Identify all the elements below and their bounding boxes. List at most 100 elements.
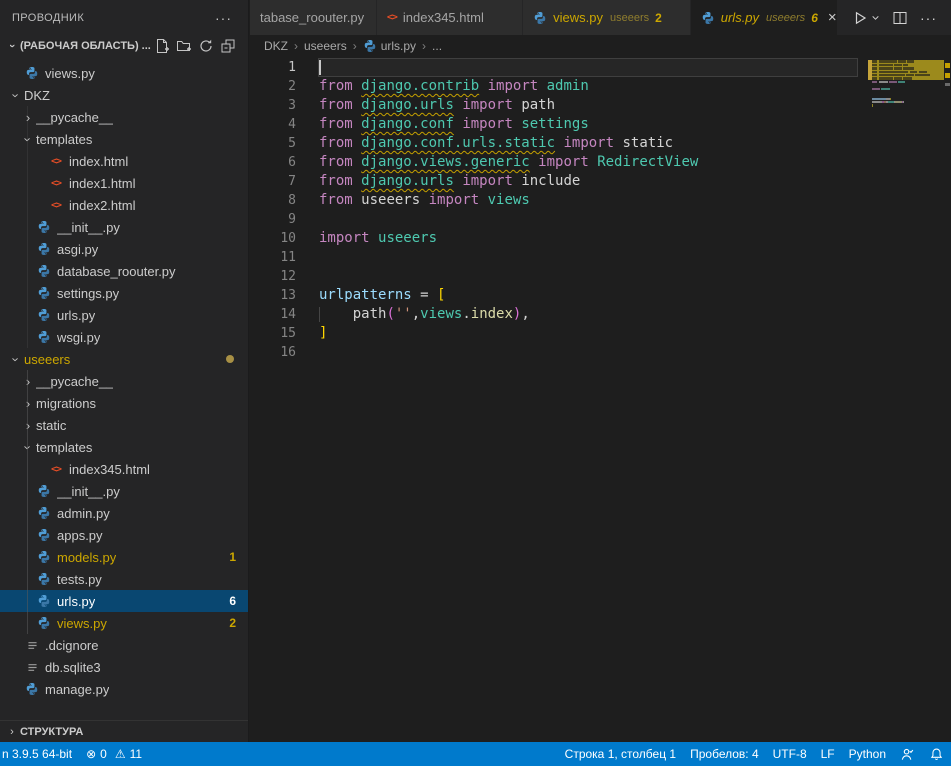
breadcrumb-item[interactable]: urls.py bbox=[363, 39, 416, 53]
code-line-14[interactable]: 14 path('',views.index), bbox=[250, 305, 868, 324]
code-line-6[interactable]: 6from django.views.generic import Redire… bbox=[250, 153, 868, 172]
tab-tabase-roouter-py[interactable]: tabase_roouter.py bbox=[250, 0, 377, 35]
code-line-2[interactable]: 2from django.contrib import admin bbox=[250, 77, 868, 96]
line-number: 7 bbox=[250, 172, 296, 191]
tree-item-index345-html[interactable]: ›<>index345.html bbox=[0, 458, 248, 480]
tab-problem-count: 6 bbox=[811, 11, 818, 25]
new-file-icon[interactable] bbox=[154, 38, 170, 54]
chevron-right-icon: › bbox=[20, 110, 36, 125]
indentation-status[interactable]: Пробелов: 4 bbox=[683, 747, 766, 761]
explorer-more-actions-icon[interactable]: ··· bbox=[211, 10, 236, 26]
tree-item-db-sqlite3[interactable]: ›db.sqlite3 bbox=[0, 656, 248, 678]
tree-item-settings-py[interactable]: ›settings.py bbox=[0, 282, 248, 304]
editor-more-actions-icon[interactable]: ··· bbox=[920, 10, 937, 26]
tree-item-admin-py[interactable]: ›admin.py bbox=[0, 502, 248, 524]
code-line-11[interactable]: 11 bbox=[250, 248, 868, 267]
python-icon bbox=[37, 506, 51, 520]
tree-item-label: index.html bbox=[69, 154, 128, 169]
code-editor[interactable]: 12from django.contrib import admin3from … bbox=[250, 57, 951, 742]
overview-ruler[interactable] bbox=[944, 57, 951, 742]
code-line-1[interactable]: 1 bbox=[250, 58, 868, 77]
language-mode-status[interactable]: Python bbox=[842, 747, 893, 761]
problems-status[interactable]: ⊗ 0 ⚠ 11 bbox=[79, 747, 149, 761]
code-line-8[interactable]: 8from useeers import views bbox=[250, 191, 868, 210]
notifications-bell-icon[interactable] bbox=[922, 747, 951, 762]
tree-item-apps-py[interactable]: ›apps.py bbox=[0, 524, 248, 546]
tree-item--init-py[interactable]: ›__init__.py bbox=[0, 216, 248, 238]
tree-item-index-html[interactable]: ›<>index.html bbox=[0, 150, 248, 172]
code-line-7[interactable]: 7from django.urls import include bbox=[250, 172, 868, 191]
tree-item-static[interactable]: ›static bbox=[0, 414, 248, 436]
warning-icon: ⚠ bbox=[115, 747, 126, 761]
code-line-16[interactable]: 16 bbox=[250, 343, 868, 362]
code-line-5[interactable]: 5from django.conf.urls.static import sta… bbox=[250, 134, 868, 153]
new-folder-icon[interactable] bbox=[176, 38, 192, 54]
line-number: 13 bbox=[250, 286, 296, 305]
line-number: 11 bbox=[250, 248, 296, 267]
tab-label: urls.py bbox=[721, 10, 759, 25]
tree-item-templates[interactable]: ›templates bbox=[0, 436, 248, 458]
code-line-15[interactable]: 15] bbox=[250, 324, 868, 343]
breadcrumb-item[interactable]: ... bbox=[432, 39, 442, 53]
chevron-right-icon: › bbox=[4, 726, 20, 738]
split-editor-button[interactable] bbox=[892, 10, 908, 26]
tree-item--dcignore[interactable]: ›.dcignore bbox=[0, 634, 248, 656]
outline-section-header[interactable]: › СТРУКТУРА bbox=[0, 720, 248, 742]
code-line-12[interactable]: 12 bbox=[250, 267, 868, 286]
tree-item-views-py[interactable]: ›views.py bbox=[0, 62, 248, 84]
tab-views-py[interactable]: views.pyuseeers2 bbox=[523, 0, 691, 35]
tree-item-label: settings.py bbox=[57, 286, 119, 301]
tree-item-templates[interactable]: ›templates bbox=[0, 128, 248, 150]
tree-item-index2-html[interactable]: ›<>index2.html bbox=[0, 194, 248, 216]
refresh-icon[interactable] bbox=[198, 38, 214, 54]
python-icon bbox=[25, 66, 39, 80]
tree-item-migrations[interactable]: ›migrations bbox=[0, 392, 248, 414]
minimap[interactable] bbox=[868, 57, 944, 742]
tree-item-manage-py[interactable]: ›manage.py bbox=[0, 678, 248, 700]
line-number: 16 bbox=[250, 343, 296, 362]
html-icon: <> bbox=[51, 178, 61, 189]
tree-item--init-py[interactable]: ›__init__.py bbox=[0, 480, 248, 502]
code-line-13[interactable]: 13urlpatterns = [ bbox=[250, 286, 868, 305]
tab-problem-count: 2 bbox=[655, 11, 662, 25]
tree-item--pycache-[interactable]: ›__pycache__ bbox=[0, 370, 248, 392]
tree-indent-guide bbox=[27, 370, 28, 634]
workspace-section-header[interactable]: › (РАБОЧАЯ ОБЛАСТЬ) ... bbox=[0, 35, 248, 57]
feedback-icon[interactable] bbox=[893, 747, 922, 762]
tree-item-label: templates bbox=[36, 440, 92, 455]
tree-item-urls-py[interactable]: ›urls.py6 bbox=[0, 590, 248, 612]
tree-item-urls-py[interactable]: ›urls.py bbox=[0, 304, 248, 326]
encoding-status[interactable]: UTF-8 bbox=[766, 747, 814, 761]
tree-item--pycache-[interactable]: ›__pycache__ bbox=[0, 106, 248, 128]
explorer-sidebar: ПРОВОДНИК ··· › (РАБОЧАЯ ОБЛАСТЬ) ... ›v… bbox=[0, 0, 249, 742]
tree-item-models-py[interactable]: ›models.py1 bbox=[0, 546, 248, 568]
tree-item-index1-html[interactable]: ›<>index1.html bbox=[0, 172, 248, 194]
editor-indent-guide bbox=[319, 307, 320, 322]
code-line-10[interactable]: 10import useeers bbox=[250, 229, 868, 248]
python-interpreter-status[interactable]: n 3.9.5 64-bit bbox=[0, 747, 79, 761]
code-line-4[interactable]: 4from django.conf import settings bbox=[250, 115, 868, 134]
tree-item-views-py[interactable]: ›views.py2 bbox=[0, 612, 248, 634]
tab-urls-py[interactable]: urls.pyuseeers6× bbox=[691, 0, 838, 35]
breadcrumb-item[interactable]: DKZ bbox=[264, 39, 288, 53]
line-number: 12 bbox=[250, 267, 296, 286]
tab-index345-html[interactable]: <>index345.html bbox=[377, 0, 523, 35]
tab-bar: tabase_roouter.py<>index345.htmlviews.py… bbox=[250, 0, 951, 35]
tree-item-asgi-py[interactable]: ›asgi.py bbox=[0, 238, 248, 260]
breadcrumb-item[interactable]: useeers bbox=[304, 39, 347, 53]
tree-item-useeers[interactable]: ›useeers bbox=[0, 348, 248, 370]
close-icon[interactable]: × bbox=[828, 10, 837, 25]
code-line-3[interactable]: 3from django.urls import path bbox=[250, 96, 868, 115]
code-line-9[interactable]: 9 bbox=[250, 210, 868, 229]
cursor-position-status[interactable]: Строка 1, столбец 1 bbox=[558, 747, 683, 761]
tree-item-label: __pycache__ bbox=[36, 110, 113, 125]
tree-item-database-roouter-py[interactable]: ›database_roouter.py bbox=[0, 260, 248, 282]
eol-status[interactable]: LF bbox=[814, 747, 842, 761]
tree-item-dkz[interactable]: ›DKZ bbox=[0, 84, 248, 106]
line-number: 6 bbox=[250, 153, 296, 172]
run-python-file-button[interactable] bbox=[852, 10, 880, 26]
tree-item-tests-py[interactable]: ›tests.py bbox=[0, 568, 248, 590]
tree-item-wsgi-py[interactable]: ›wsgi.py bbox=[0, 326, 248, 348]
collapse-all-icon[interactable] bbox=[220, 38, 236, 54]
breadcrumb-label: DKZ bbox=[264, 39, 288, 53]
